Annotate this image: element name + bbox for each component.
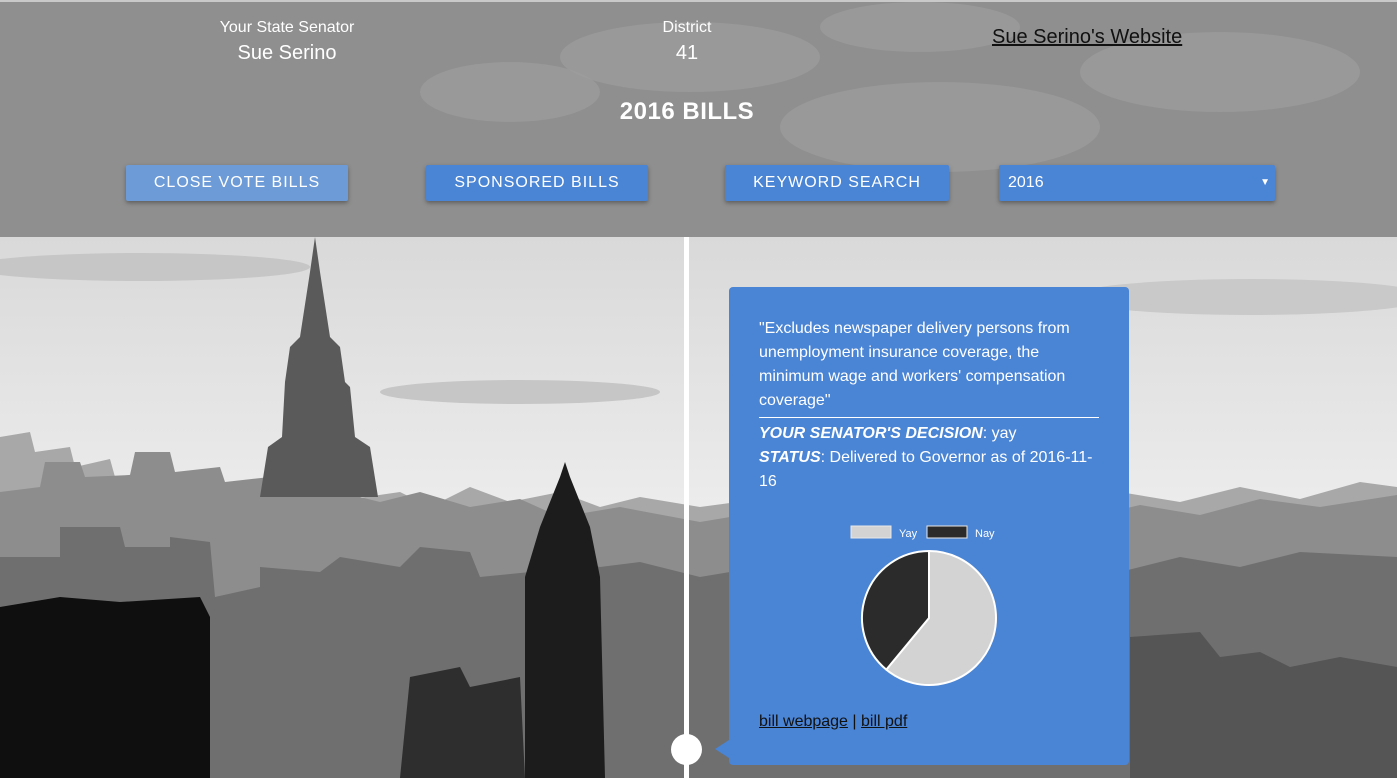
city-skyline-background (0, 237, 1397, 778)
legend-swatch-yay (850, 525, 892, 539)
close-vote-bills-button[interactable]: CLOSE VOTE BILLS (126, 165, 348, 201)
bill-status: STATUS: Delivered to Governor as of 2016… (759, 446, 1099, 494)
keyword-search-button[interactable]: KEYWORD SEARCH (725, 165, 949, 201)
link-separator: | (852, 713, 857, 730)
timeline-line (684, 237, 689, 778)
vote-pie-chart: Yay Nay (729, 521, 1129, 691)
district-label: District (662, 19, 712, 36)
page-title: 2016 BILLS (619, 98, 755, 125)
legend-swatch-nay (926, 525, 968, 539)
legend-label-nay: Nay (975, 528, 995, 540)
bill-links: bill webpage | bill pdf (759, 710, 907, 734)
bill-description: "Excludes newspaper delivery persons fro… (759, 317, 1099, 418)
district-info: District 41 (587, 18, 787, 66)
dropdown-arrow-icon: ▼ (1260, 177, 1270, 188)
bill-card: "Excludes newspaper delivery persons fro… (729, 287, 1129, 765)
decision-label: YOUR SENATOR'S DECISION (759, 425, 983, 442)
year-select[interactable]: 2016 ▼ (999, 165, 1275, 201)
senator-name: Sue Serino (237, 42, 337, 64)
bill-pdf-link[interactable]: bill pdf (861, 713, 907, 730)
bill-webpage-link[interactable]: bill webpage (759, 713, 848, 730)
sponsored-bills-button[interactable]: SPONSORED BILLS (426, 165, 648, 201)
card-pointer (715, 740, 729, 758)
legend-label-yay: Yay (899, 528, 918, 540)
senator-decision: YOUR SENATOR'S DECISION: yay (759, 422, 1099, 446)
year-select-value: 2016 (1008, 174, 1044, 191)
district-number: 41 (675, 42, 699, 64)
header-banner: Your State Senator Sue Serino District 4… (0, 0, 1397, 237)
senator-label: Your State Senator (219, 19, 355, 36)
senator-info: Your State Senator Sue Serino (187, 18, 387, 66)
status-label: STATUS (759, 449, 821, 466)
decision-value: : yay (982, 425, 1017, 442)
senator-website-link[interactable]: Sue Serino's Website (992, 26, 1182, 49)
timeline-marker[interactable] (671, 734, 702, 765)
